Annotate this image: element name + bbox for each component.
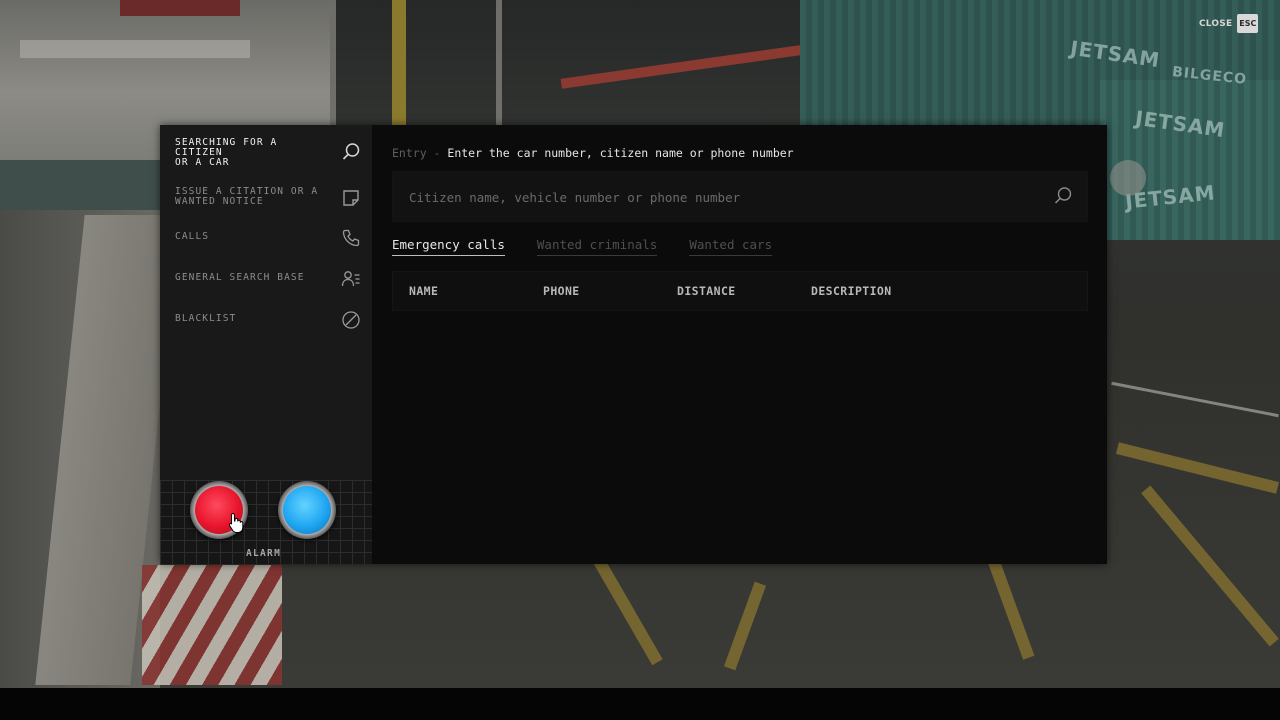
table-header: NAME PHONE DISTANCE DESCRIPTION <box>392 271 1088 311</box>
user-list-icon <box>340 268 362 290</box>
sidebar-item-blacklist[interactable]: BLACKLIST <box>160 308 372 332</box>
tab-wanted-criminals[interactable]: Wanted criminals <box>536 237 658 256</box>
esc-key-badge: ESC <box>1237 14 1259 33</box>
ship-red-deck <box>120 0 240 16</box>
hand-cursor-icon <box>228 512 244 533</box>
sidebar-item-general-search[interactable]: GENERAL SEARCH BASE <box>160 267 372 291</box>
column-header-description: DESCRIPTION <box>811 284 892 298</box>
sidebar: SEARCHING FOR A CITIZEN OR A CAR ISSUE A… <box>160 125 372 564</box>
blocked-icon <box>340 309 362 331</box>
alarm-label: ALARM <box>246 548 282 559</box>
sidebar-item-citation[interactable]: ISSUE A CITATION OR A WANTED NOTICE <box>160 186 372 212</box>
column-header-phone: PHONE <box>543 284 580 298</box>
police-computer-panel: SEARCHING FOR A CITIZEN OR A CAR ISSUE A… <box>160 125 1107 564</box>
close-button[interactable]: CLOSE ESC <box>1199 14 1259 33</box>
crane-pillar <box>392 0 406 125</box>
striped-barrier <box>142 565 282 685</box>
search-box <box>392 171 1088 223</box>
alarm-blue-button[interactable] <box>278 481 336 539</box>
sidebar-item-calls[interactable]: CALLS <box>160 226 372 250</box>
phone-icon <box>340 227 362 249</box>
crane-frame <box>330 0 502 130</box>
sidebar-item-label: SEARCHING FOR A CITIZEN OR A CAR <box>175 137 278 168</box>
main-content: Entry - Enter the car number, citizen na… <box>372 125 1107 564</box>
sidebar-item-label: CALLS <box>175 231 210 242</box>
search-icon <box>340 141 362 163</box>
ship-stripe <box>20 40 250 58</box>
tab-bar: Emergency calls Wanted criminals Wanted … <box>392 237 804 256</box>
entry-text: Enter the car number, citizen name or ph… <box>447 146 794 160</box>
column-header-name: NAME <box>409 284 439 298</box>
close-label: CLOSE <box>1199 18 1233 29</box>
sidebar-item-label: BLACKLIST <box>175 313 237 324</box>
sidebar-item-label: GENERAL SEARCH BASE <box>175 272 305 283</box>
note-icon <box>340 187 362 209</box>
sidebar-item-search[interactable]: SEARCHING FOR A CITIZEN OR A CAR <box>160 138 372 170</box>
bottom-bar <box>0 688 1280 720</box>
search-icon[interactable] <box>1053 186 1073 206</box>
pole <box>1110 160 1146 196</box>
column-header-distance: DISTANCE <box>677 284 736 298</box>
tab-emergency-calls[interactable]: Emergency calls <box>392 237 505 256</box>
sidebar-item-label: ISSUE A CITATION OR A WANTED NOTICE <box>175 186 319 207</box>
search-input[interactable] <box>407 172 1031 223</box>
tab-wanted-cars[interactable]: Wanted cars <box>689 237 773 256</box>
entry-prefix: Entry - <box>392 146 441 160</box>
entry-hint: Entry - Enter the car number, citizen na… <box>392 146 794 160</box>
